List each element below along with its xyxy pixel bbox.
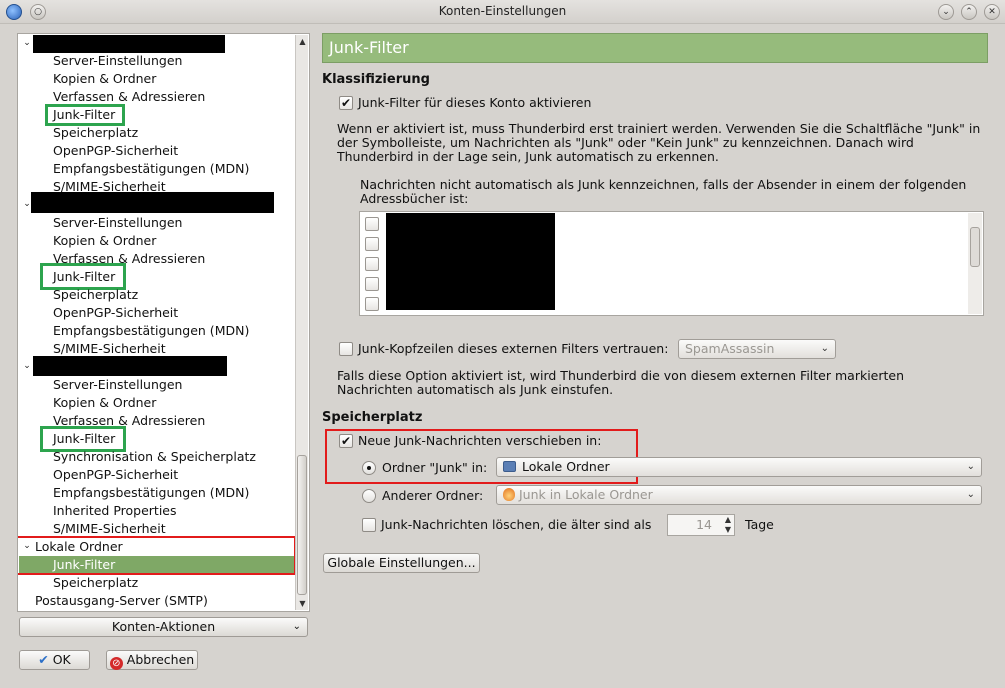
junk-folder-radio[interactable]	[362, 461, 376, 475]
redacted-address-books	[386, 213, 555, 310]
chevron-down-icon: ⌄	[292, 621, 301, 632]
days-value: 14	[696, 517, 712, 532]
tree-item-mdn[interactable]: Empfangsbestätigungen (MDN)	[53, 322, 249, 340]
cancel-icon: ⊘	[109, 657, 123, 670]
tree-item-copies-folders[interactable]: Kopien & Ordner	[53, 232, 156, 250]
checkmark-icon: ✔	[38, 652, 49, 667]
ok-button[interactable]: ✔ OK	[19, 650, 90, 670]
spin-arrows-icon[interactable]: ▲ ▼	[725, 515, 731, 535]
tree-item-smtp[interactable]: Postausgang-Server (SMTP)	[35, 592, 208, 610]
tree-item-server-settings[interactable]: Server-Einstellungen	[53, 52, 182, 70]
scroll-up-icon[interactable]: ▲	[296, 35, 309, 48]
days-spinbox[interactable]: 14 ▲ ▼	[667, 514, 735, 536]
tree-item-openpgp[interactable]: OpenPGP-Sicherheit	[53, 304, 178, 322]
close-icon[interactable]: ✕	[984, 4, 1000, 20]
enable-junk-checkbox[interactable]: ✔	[339, 96, 353, 110]
cancel-button[interactable]: ⊘ Abbrechen	[106, 650, 198, 670]
trust-headers-checkbox[interactable]	[339, 342, 353, 356]
account-actions-button[interactable]: Konten-Aktionen ⌄	[19, 617, 308, 637]
address-book-checkbox[interactable]	[365, 277, 379, 291]
training-description: Wenn er aktiviert ist, muss Thunderbird …	[337, 121, 981, 164]
other-folder-label[interactable]: Anderer Ordner:	[382, 488, 483, 503]
tree-item-mdn[interactable]: Empfangsbestätigungen (MDN)	[53, 484, 249, 502]
move-junk-label[interactable]: Neue Junk-Nachrichten verschieben in:	[358, 433, 601, 448]
tree-item-sync-storage[interactable]: Synchronisation & Speicherplatz	[53, 448, 256, 466]
storage-heading: Speicherplatz	[322, 410, 423, 425]
account-actions-label: Konten-Aktionen	[111, 619, 216, 634]
tree-item-junk-filter[interactable]: Junk-Filter	[53, 106, 115, 124]
junk-folder-select[interactable]: Lokale Ordner ⌄	[496, 457, 982, 477]
chevron-down-icon: ⌄	[966, 461, 975, 472]
page-title: Junk-Filter	[322, 33, 988, 63]
address-book-checkbox[interactable]	[365, 217, 379, 231]
classification-heading: Klassifizierung	[322, 72, 430, 87]
scrollbar-thumb[interactable]	[970, 227, 980, 267]
title-bar: ○ Konten-Einstellungen ⌄ ⌃ ✕	[0, 0, 1005, 24]
delete-old-junk-label[interactable]: Junk-Nachrichten löschen, die älter sind…	[381, 517, 651, 532]
trust-description: Falls diese Option aktiviert ist, wird T…	[337, 368, 905, 397]
maximize-icon[interactable]: ⌃	[961, 4, 977, 20]
global-settings-label: Globale Einstellungen...	[327, 555, 476, 570]
tree-item-server-settings[interactable]: Server-Einstellungen	[53, 376, 182, 394]
scroll-down-icon[interactable]: ▼	[296, 597, 309, 610]
cancel-label: Abbrechen	[126, 652, 195, 667]
expand-arrow-icon[interactable]: ⌄	[22, 358, 32, 376]
chevron-down-icon: ⌄	[966, 489, 975, 500]
ok-label: OK	[52, 652, 71, 667]
other-folder-select[interactable]: Junk in Lokale Ordner ⌄	[496, 485, 982, 505]
scrollbar-thumb[interactable]	[297, 455, 307, 595]
tree-item-storage[interactable]: Speicherplatz	[53, 124, 138, 142]
address-book-scrollbar[interactable]	[968, 213, 982, 314]
tree-item-mdn[interactable]: Empfangsbestätigungen (MDN)	[53, 160, 249, 178]
window-title: Konten-Einstellungen	[438, 4, 567, 18]
tree-item-inherited-properties[interactable]: Inherited Properties	[53, 502, 177, 520]
days-unit-label: Tage	[745, 517, 774, 532]
address-book-checkbox[interactable]	[365, 257, 379, 271]
redacted-account-name[interactable]	[33, 356, 227, 376]
red-highlight	[18, 536, 296, 575]
trust-headers-label[interactable]: Junk-Kopfzeilen dieses externen Filters …	[358, 341, 668, 356]
tree-item-junk-filter[interactable]: Junk-Filter	[53, 268, 115, 286]
expand-arrow-icon[interactable]: ⌄	[22, 35, 32, 53]
account-tree[interactable]: ⌄ Server-Einstellungen Kopien & Ordner V…	[17, 33, 310, 612]
move-junk-checkbox[interactable]: ✔	[339, 434, 353, 448]
enable-junk-label[interactable]: Junk-Filter für dieses Konto aktivieren	[358, 95, 591, 110]
junk-folder-label[interactable]: Ordner "Junk" in:	[382, 460, 487, 475]
address-book-list[interactable]	[359, 211, 984, 316]
external-filter-value: SpamAssassin	[685, 341, 775, 356]
redacted-account-name[interactable]	[31, 192, 274, 213]
tree-item-server-settings[interactable]: Server-Einstellungen	[53, 214, 182, 232]
global-settings-button[interactable]: Globale Einstellungen...	[323, 553, 480, 573]
other-folder-radio[interactable]	[362, 489, 376, 503]
chevron-down-icon: ⌄	[820, 343, 829, 354]
redacted-account-name[interactable]	[33, 35, 225, 53]
delete-old-junk-checkbox[interactable]	[362, 518, 376, 532]
tree-item-junk-filter[interactable]: Junk-Filter	[53, 430, 115, 448]
other-folder-value: Junk in Lokale Ordner	[519, 487, 653, 502]
external-filter-select[interactable]: SpamAssassin ⌄	[678, 339, 836, 359]
tree-item-openpgp[interactable]: OpenPGP-Sicherheit	[53, 142, 178, 160]
tree-item-copies-folders[interactable]: Kopien & Ordner	[53, 70, 156, 88]
tree-item-openpgp[interactable]: OpenPGP-Sicherheit	[53, 466, 178, 484]
tree-item-copies-folders[interactable]: Kopien & Ordner	[53, 394, 156, 412]
junk-flame-icon	[503, 488, 515, 501]
tree-item-storage[interactable]: Speicherplatz	[53, 286, 138, 304]
radio-selected-dot	[367, 466, 371, 470]
address-book-checkbox[interactable]	[365, 237, 379, 251]
folder-icon	[503, 461, 516, 472]
tree-item-local-storage[interactable]: Speicherplatz	[53, 574, 138, 592]
whitelist-label: Nachrichten nicht automatisch als Junk k…	[360, 177, 967, 206]
junk-folder-value: Lokale Ordner	[522, 459, 610, 474]
minimize-icon[interactable]: ⌄	[938, 4, 954, 20]
tree-scrollbar[interactable]: ▲ ▼	[295, 35, 308, 610]
address-book-checkbox[interactable]	[365, 297, 379, 311]
